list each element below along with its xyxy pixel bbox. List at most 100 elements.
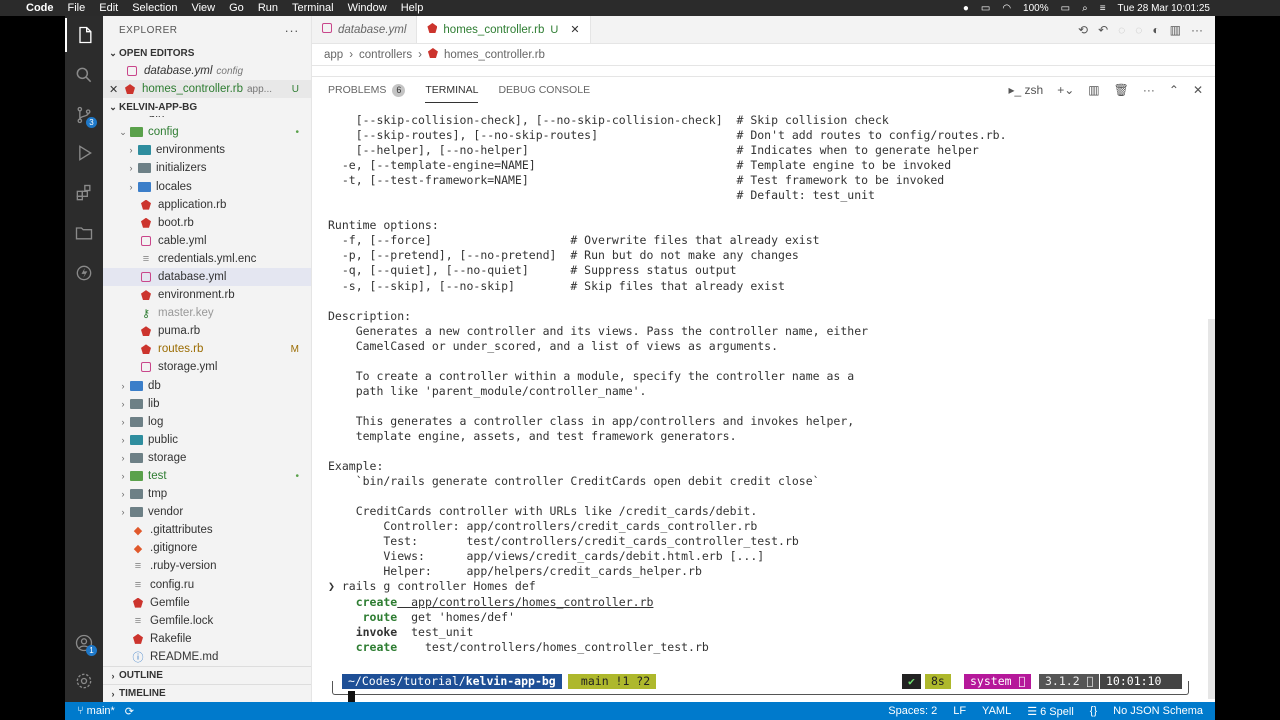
menu-help[interactable]: Help	[401, 2, 424, 14]
tree-folder[interactable]: › initializers	[103, 159, 311, 177]
tree-file[interactable]: routes.rb M	[103, 340, 311, 358]
breadcrumb-app[interactable]: app	[324, 49, 343, 61]
menu-edit[interactable]: Edit	[99, 2, 118, 14]
tree-file[interactable]: database.yml	[103, 267, 311, 287]
terminal-scrollbar[interactable]	[1208, 319, 1215, 699]
folder-icon[interactable]	[65, 216, 103, 250]
terminal-line: CamelCased or under_scored, and a list o…	[328, 338, 779, 353]
indentation-status[interactable]: Spaces: 2	[888, 705, 937, 718]
tree-folder[interactable]: › db	[103, 377, 311, 395]
tab-problems[interactable]: PROBLEMS 6	[328, 77, 406, 103]
close-panel-icon[interactable]: ✕	[1193, 83, 1203, 97]
tab-database-yml[interactable]: database.yml	[312, 16, 418, 43]
tab-debug-console[interactable]: DEBUG CONSOLE	[498, 77, 590, 103]
close-icon[interactable]: ✕	[109, 83, 123, 96]
control-center-icon[interactable]: ≡	[1100, 3, 1106, 14]
extensions-icon[interactable]	[65, 176, 103, 210]
tree-folder[interactable]: › tmp	[103, 485, 311, 503]
project-header[interactable]: ⌄ KELVIN-APP-BG	[103, 98, 311, 116]
breadcrumb-controllers[interactable]: controllers	[359, 49, 412, 61]
account-icon[interactable]: 1	[65, 626, 103, 660]
tree-file[interactable]: boot.rb	[103, 214, 311, 232]
spell-status[interactable]: ☰ 6 Spell	[1027, 705, 1074, 718]
menu-view[interactable]: View	[191, 2, 215, 14]
tree-folder[interactable]: › public	[103, 431, 311, 449]
language-status[interactable]: YAML	[982, 705, 1011, 718]
record-icon[interactable]: ●	[963, 3, 969, 14]
run-debug-icon[interactable]	[65, 136, 103, 170]
tree-folder[interactable]: › log	[103, 413, 311, 431]
more-actions-icon[interactable]: ···	[1143, 83, 1155, 97]
compare-icon[interactable]: ◐	[1152, 23, 1159, 37]
tree-folder[interactable]: › locales	[103, 177, 311, 195]
search-icon[interactable]: ⌕	[1082, 3, 1088, 14]
tree-file[interactable]: ≡ config.ru	[103, 576, 311, 594]
tree-file[interactable]: ◆ .gitignore	[103, 539, 311, 557]
tree-file[interactable]: environment.rb	[103, 286, 311, 304]
eol-status[interactable]: LF	[953, 705, 966, 718]
close-icon[interactable]: ✕	[570, 23, 579, 36]
tree-folder[interactable]: › storage	[103, 449, 311, 467]
tree-file[interactable]: cable.yml	[103, 232, 311, 250]
more-actions-icon[interactable]: ···	[1191, 23, 1203, 37]
battery-icon[interactable]: ▭	[1061, 3, 1070, 14]
terminal-shell-selector[interactable]: ▸_ zsh	[1009, 83, 1044, 97]
menu-app-name[interactable]: Code	[26, 2, 54, 14]
sync-icon[interactable]: ⟳	[125, 705, 134, 718]
menubar-clock[interactable]: Tue 28 Mar 10:01:25	[1118, 3, 1210, 14]
tree-folder[interactable]: › environments	[103, 141, 311, 159]
menu-go[interactable]: Go	[229, 2, 244, 14]
split-editor-icon[interactable]: ▥	[1170, 23, 1181, 37]
tree-file[interactable]: ◆ .gitattributes	[103, 521, 311, 539]
tab-homes-controller[interactable]: homes_controller.rb U ✕	[417, 16, 591, 43]
go-back-icon[interactable]: ↶	[1098, 23, 1108, 37]
more-actions-icon[interactable]: ···	[285, 23, 300, 38]
search-icon[interactable]	[65, 58, 103, 92]
open-editor-item[interactable]: ✕ homes_controller.rb app... U	[103, 80, 311, 99]
explorer-icon[interactable]	[65, 18, 103, 52]
menu-terminal[interactable]: Terminal	[292, 2, 334, 14]
lightning-icon[interactable]	[65, 256, 103, 290]
tree-folder[interactable]: › vendor	[103, 503, 311, 521]
outline-header[interactable]: › OUTLINE	[103, 666, 311, 684]
open-editor-item[interactable]: database.yml config	[103, 62, 311, 80]
dot-circle-icon[interactable]: ◌	[1118, 23, 1125, 37]
tree-file[interactable]: Gemfile	[103, 594, 311, 612]
menu-file[interactable]: File	[68, 2, 86, 14]
open-editors-header[interactable]: ⌄ OPEN EDITORS	[103, 44, 311, 62]
json-schema-status[interactable]: No JSON Schema	[1113, 705, 1203, 718]
timeline-header[interactable]: › TIMELINE	[103, 684, 311, 702]
tree-file[interactable]: ≡ Gemfile.lock	[103, 612, 311, 630]
maximize-panel-icon[interactable]: ⌃	[1169, 83, 1179, 97]
tree-file[interactable]: ≡ credentials.yml.enc	[103, 250, 311, 268]
history-icon[interactable]: ⟲	[1078, 23, 1088, 37]
menu-selection[interactable]: Selection	[132, 2, 177, 14]
git-branch-status[interactable]: ⑂ main*	[77, 705, 115, 718]
tree-folder[interactable]: › lib	[103, 395, 311, 413]
chevron-right-icon: ›	[121, 398, 125, 409]
braces-icon[interactable]: {}	[1090, 705, 1097, 718]
dot-circle-icon[interactable]: ◌	[1135, 23, 1142, 37]
tree-folder[interactable]: › test •	[103, 467, 311, 485]
breadcrumb-file[interactable]: homes_controller.rb	[444, 49, 545, 61]
tree-file[interactable]: ⓘ README.md	[103, 648, 311, 666]
wifi-icon[interactable]: ◠	[1002, 3, 1011, 14]
tree-folder[interactable]: ⌄ config •	[103, 123, 311, 141]
tree-file[interactable]: application.rb	[103, 196, 311, 214]
source-control-icon[interactable]: 3	[65, 98, 103, 132]
tree-file[interactable]: Rakefile	[103, 630, 311, 648]
terminal-output[interactable]: [--skip-collision-check], [--no-skip-col…	[328, 113, 1208, 655]
trash-icon[interactable]: 🗑	[1114, 83, 1129, 97]
gear-icon[interactable]	[65, 664, 103, 698]
cast-icon[interactable]: ▭	[981, 3, 990, 14]
split-terminal-icon[interactable]: ▥	[1088, 83, 1099, 97]
menu-window[interactable]: Window	[348, 2, 387, 14]
add-terminal-icon[interactable]: +⌄	[1057, 83, 1074, 97]
tree-file[interactable]: ≡ .ruby-version	[103, 557, 311, 575]
yaml-file-icon	[139, 234, 153, 248]
tab-terminal[interactable]: TERMINAL	[425, 77, 479, 103]
tree-file[interactable]: storage.yml	[103, 358, 311, 376]
tree-file[interactable]: ⚷ master.key	[103, 304, 311, 322]
tree-file[interactable]: puma.rb	[103, 322, 311, 340]
menu-run[interactable]: Run	[258, 2, 278, 14]
